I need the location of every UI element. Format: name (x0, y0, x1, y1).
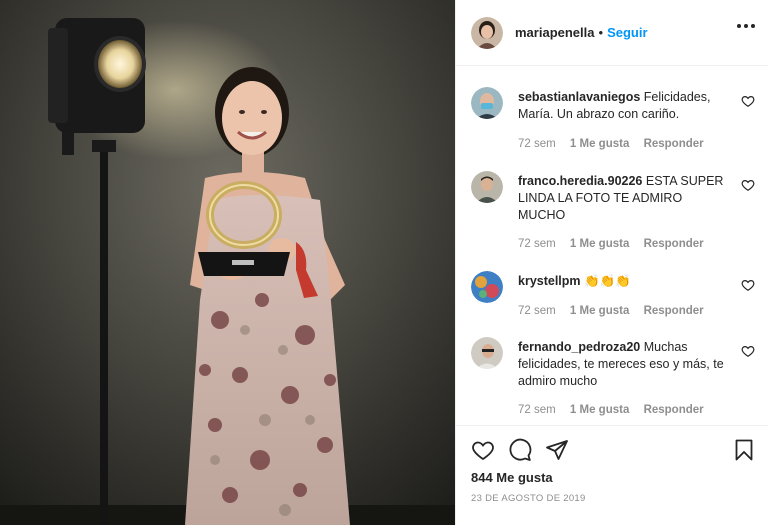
post-date[interactable]: 23 DE AGOSTO DE 2019 (471, 493, 586, 504)
reply-button[interactable]: Responder (644, 404, 704, 416)
comment-meta: 72 sem 1 Me gusta Responder (518, 404, 715, 416)
heart-icon[interactable] (741, 344, 755, 358)
comment-likes[interactable]: 1 Me gusta (570, 238, 629, 250)
commenter-avatar[interactable] (471, 87, 503, 119)
likes-count[interactable]: 844 Me gusta (471, 470, 553, 485)
commenter-username[interactable]: franco.heredia.90226 (518, 174, 642, 188)
commenter-username[interactable]: sebastianlavaniegos (518, 90, 640, 104)
list-item: krystellpm 👏👏👏 72 sem 1 Me gusta Respond… (471, 271, 758, 321)
comments-list: sebastianlavaniegos Felicidades, María. … (456, 66, 768, 425)
commenter-avatar[interactable] (471, 337, 503, 369)
commenter-username[interactable]: fernando_pedroza20 (518, 340, 640, 354)
three-dots-icon[interactable] (737, 24, 755, 28)
comment-time[interactable]: 72 sem (518, 404, 556, 416)
commenter-avatar[interactable] (471, 171, 503, 203)
comment-text-block: franco.heredia.90226 ESTA SUPER LINDA LA… (518, 173, 730, 224)
reply-button[interactable]: Responder (644, 138, 704, 150)
commenter-username[interactable]: krystellpm (518, 274, 581, 288)
comment-likes[interactable]: 1 Me gusta (570, 305, 629, 317)
comment-time[interactable]: 72 sem (518, 238, 556, 250)
heart-icon[interactable] (471, 438, 495, 462)
comment-time[interactable]: 72 sem (518, 305, 556, 317)
comment-meta: 72 sem 1 Me gusta Responder (518, 305, 715, 317)
author-username[interactable]: mariapenella (515, 25, 595, 40)
post-actions: 844 Me gusta 23 DE AGOSTO DE 2019 (456, 425, 768, 526)
heart-icon[interactable] (741, 94, 755, 108)
comment-text-block: krystellpm 👏👏👏 (518, 273, 730, 290)
heart-icon[interactable] (741, 178, 755, 192)
heart-icon[interactable] (741, 278, 755, 292)
bookmark-icon[interactable] (732, 438, 756, 462)
post-photo[interactable] (0, 0, 455, 525)
comment-meta: 72 sem 1 Me gusta Responder (518, 138, 715, 150)
comment-text-block: fernando_pedroza20 Muchas felicidades, t… (518, 339, 730, 390)
instagram-post: mariapenella • Seguir sebastianlavaniego… (0, 0, 768, 525)
comment-time[interactable]: 72 sem (518, 138, 556, 150)
commenter-avatar[interactable] (471, 271, 503, 303)
comment-bubble-icon[interactable] (508, 438, 532, 462)
post-header: mariapenella • Seguir (456, 0, 768, 66)
paper-plane-icon[interactable] (545, 438, 569, 462)
post-side-panel: mariapenella • Seguir sebastianlavaniego… (455, 0, 768, 525)
follow-button[interactable]: Seguir (607, 25, 647, 40)
list-item: sebastianlavaniegos Felicidades, María. … (471, 87, 758, 157)
author-avatar[interactable] (471, 16, 503, 49)
reply-button[interactable]: Responder (644, 305, 704, 317)
comment-meta: 72 sem 1 Me gusta Responder (518, 238, 715, 250)
comment-text-block: sebastianlavaniegos Felicidades, María. … (518, 89, 730, 123)
header-separator: • (598, 25, 604, 40)
list-item: franco.heredia.90226 ESTA SUPER LINDA LA… (471, 171, 758, 256)
photo-illustration (0, 0, 455, 525)
comment-likes[interactable]: 1 Me gusta (570, 138, 629, 150)
list-item: fernando_pedroza20 Muchas felicidades, t… (471, 337, 758, 422)
comment-text: 👏👏👏 (584, 274, 631, 288)
reply-button[interactable]: Responder (644, 238, 704, 250)
comment-likes[interactable]: 1 Me gusta (570, 404, 629, 416)
